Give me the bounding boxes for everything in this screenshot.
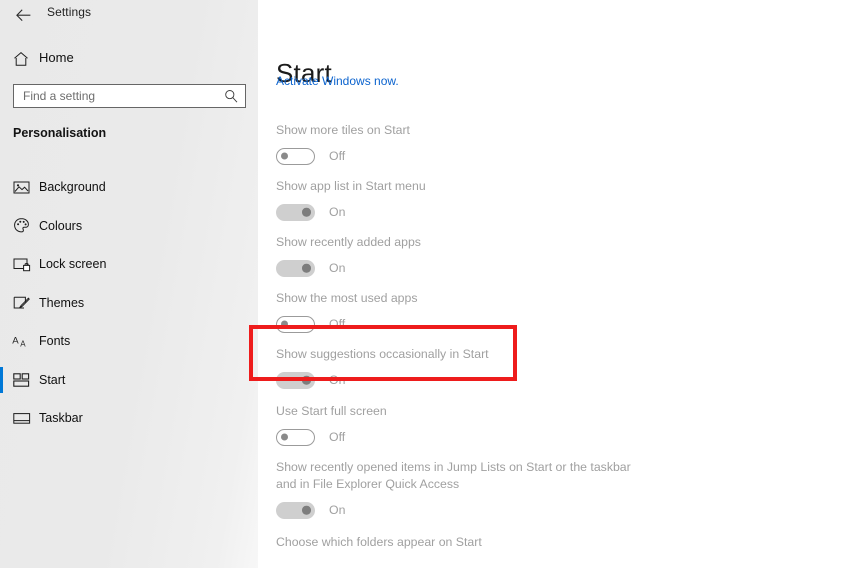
toggle-knob: [302, 375, 311, 385]
setting-choose-folders: Choose which folders appear on Start: [258, 535, 848, 549]
search-input[interactable]: [23, 85, 213, 107]
choose-folders-link[interactable]: Choose which folders appear on Start: [276, 535, 848, 549]
sidebar-item-taskbar[interactable]: Taskbar: [0, 399, 258, 438]
sidebar-item-background-label: Background: [39, 180, 106, 195]
setting-label: Show recently opened items in Jump Lists…: [276, 460, 631, 491]
setting-label: Use Start full screen: [276, 404, 387, 418]
setting-show-app-list: Show app list in Start menu On: [258, 178, 848, 223]
sidebar-item-background[interactable]: Background: [0, 168, 258, 207]
recently-added-apps-toggle[interactable]: [276, 259, 315, 277]
lock-screen-icon: [12, 255, 31, 274]
start-full-screen-toggle[interactable]: [276, 428, 315, 446]
setting-most-used-apps: Show the most used apps Off: [258, 290, 848, 335]
jump-lists-toggle[interactable]: [276, 501, 315, 519]
show-more-tiles-toggle[interactable]: [276, 147, 315, 165]
show-app-list-toggle[interactable]: [276, 203, 315, 221]
toggle-knob: [302, 505, 311, 515]
sidebar-item-colours[interactable]: Colours: [0, 207, 258, 246]
sidebar-item-start[interactable]: Start: [0, 361, 258, 400]
sidebar-nav-list: Background Colours Lock screen Themes A …: [0, 168, 258, 438]
themes-icon: [12, 293, 31, 312]
setting-label: Show the most used apps: [276, 291, 418, 305]
svg-text:A: A: [12, 335, 19, 346]
sidebar-item-lock-screen[interactable]: Lock screen: [0, 245, 258, 284]
setting-jump-lists: Show recently opened items in Jump Lists…: [258, 459, 848, 521]
setting-label: Show recently added apps: [276, 235, 421, 249]
sidebar-item-colours-label: Colours: [39, 218, 83, 233]
most-used-apps-toggle[interactable]: [276, 315, 315, 333]
settings-window: Settings Home Personalisation: [0, 0, 848, 568]
app-title: Settings: [47, 5, 92, 19]
selection-indicator: [0, 366, 3, 393]
activate-windows-link[interactable]: Activate Windows now.: [276, 74, 399, 88]
sidebar-item-lock-screen-label: Lock screen: [39, 257, 107, 272]
setting-label: Show app list in Start menu: [276, 179, 426, 193]
sidebar-item-home-label: Home: [39, 50, 74, 65]
toggle-row: Off: [276, 313, 848, 335]
toggle-state-label: On: [329, 503, 346, 517]
toggle-row: On: [276, 257, 848, 279]
toggle-knob: [302, 263, 311, 273]
toggle-row: Off: [276, 145, 848, 167]
toggle-row: On: [276, 499, 848, 521]
show-suggestions-toggle[interactable]: [276, 371, 315, 389]
toggle-row: Off: [276, 426, 848, 448]
sidebar-item-taskbar-label: Taskbar: [39, 411, 83, 426]
svg-text:A: A: [20, 339, 26, 348]
sidebar-item-start-label: Start: [39, 372, 66, 387]
title-bar: Settings: [0, 0, 258, 30]
setting-show-suggestions: Show suggestions occasionally in Start O…: [258, 346, 848, 391]
sidebar-item-fonts-label: Fonts: [39, 334, 71, 349]
start-tiles-icon: [12, 370, 31, 389]
sidebar-item-home[interactable]: Home: [0, 46, 258, 72]
sidebar: Settings Home Personalisation: [0, 0, 258, 568]
setting-start-full-screen: Use Start full screen Off: [258, 403, 848, 448]
toggle-state-label: On: [329, 373, 346, 387]
search-icon[interactable]: [224, 89, 238, 103]
back-arrow-icon[interactable]: [10, 2, 36, 28]
toggle-knob: [302, 207, 311, 217]
toggle-state-label: Off: [329, 317, 346, 331]
taskbar-icon: [12, 409, 31, 428]
main-content: Start Activate Windows now. Show more ti…: [258, 0, 848, 568]
settings-list: Show more tiles on Start Off Show app li…: [258, 122, 848, 549]
sidebar-item-themes[interactable]: Themes: [0, 284, 258, 323]
picture-icon: [12, 178, 31, 197]
toggle-state-label: Off: [329, 149, 346, 163]
sidebar-item-fonts[interactable]: A A Fonts: [0, 322, 258, 361]
setting-recently-added-apps: Show recently added apps On: [258, 234, 848, 279]
fonts-icon: A A: [12, 332, 31, 351]
home-icon: [12, 50, 30, 68]
toggle-row: On: [276, 369, 848, 391]
toggle-knob: [280, 320, 288, 328]
toggle-state-label: On: [329, 205, 346, 219]
sidebar-section-heading: Personalisation: [13, 126, 107, 140]
palette-icon: [12, 216, 31, 235]
toggle-state-label: Off: [329, 430, 346, 444]
setting-label: Show suggestions occasionally in Start: [276, 347, 489, 361]
toggle-knob: [280, 152, 288, 160]
setting-show-more-tiles: Show more tiles on Start Off: [258, 122, 848, 167]
setting-label: Show more tiles on Start: [276, 123, 410, 137]
toggle-row: On: [276, 201, 848, 223]
search-box[interactable]: [13, 84, 246, 108]
toggle-state-label: On: [329, 261, 346, 275]
toggle-knob: [280, 433, 288, 441]
sidebar-item-themes-label: Themes: [39, 295, 85, 310]
